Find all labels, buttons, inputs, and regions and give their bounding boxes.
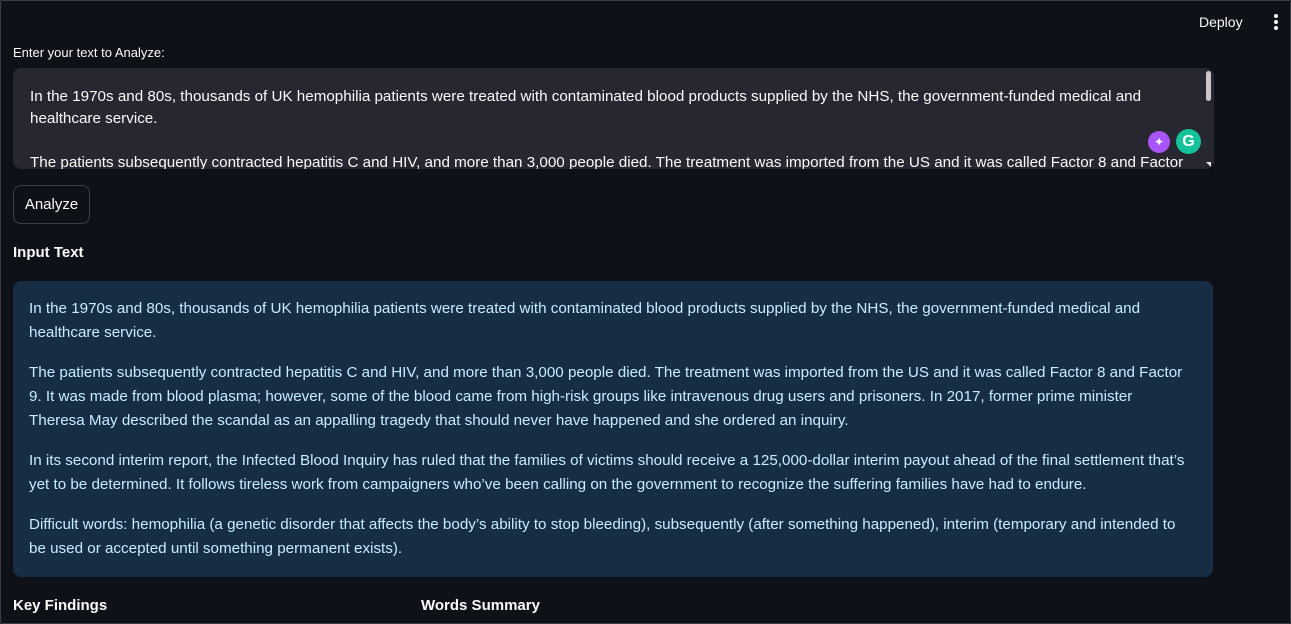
grammarly-icon[interactable]: G: [1176, 129, 1201, 154]
sparkle-icon[interactable]: ✦: [1148, 131, 1170, 153]
input-text-box: In the 1970s and 80s, thousands of UK he…: [13, 281, 1213, 577]
key-findings-heading: Key Findings: [13, 597, 108, 614]
input-text-paragraph: In the 1970s and 80s, thousands of UK he…: [29, 300, 1141, 341]
resize-grip-icon[interactable]: [1206, 162, 1211, 167]
textarea-scrollbar[interactable]: [1206, 71, 1211, 101]
deploy-button[interactable]: Deploy: [1199, 13, 1243, 31]
text-input-area[interactable]: In the 1970s and 80s, thousands of UK he…: [13, 68, 1214, 169]
text-input-value[interactable]: In the 1970s and 80s, thousands of UK he…: [30, 86, 1190, 169]
kebab-menu-icon[interactable]: [1269, 12, 1283, 32]
text-input-label: Enter your text to Analyze:: [13, 45, 165, 60]
input-text-heading: Input Text: [13, 244, 84, 261]
words-summary-heading: Words Summary: [421, 597, 540, 614]
input-text-paragraph: In its second interim report, the Infect…: [29, 452, 1185, 493]
input-text-paragraph: The patients subsequently contracted hep…: [29, 364, 1183, 429]
input-text-paragraph: Difficult words: hemophilia (a genetic d…: [29, 516, 1176, 557]
analyze-button[interactable]: Analyze: [13, 185, 90, 224]
app-window: Deploy Enter your text to Analyze: In th…: [0, 0, 1291, 624]
top-bar: Deploy: [1, 1, 1290, 41]
